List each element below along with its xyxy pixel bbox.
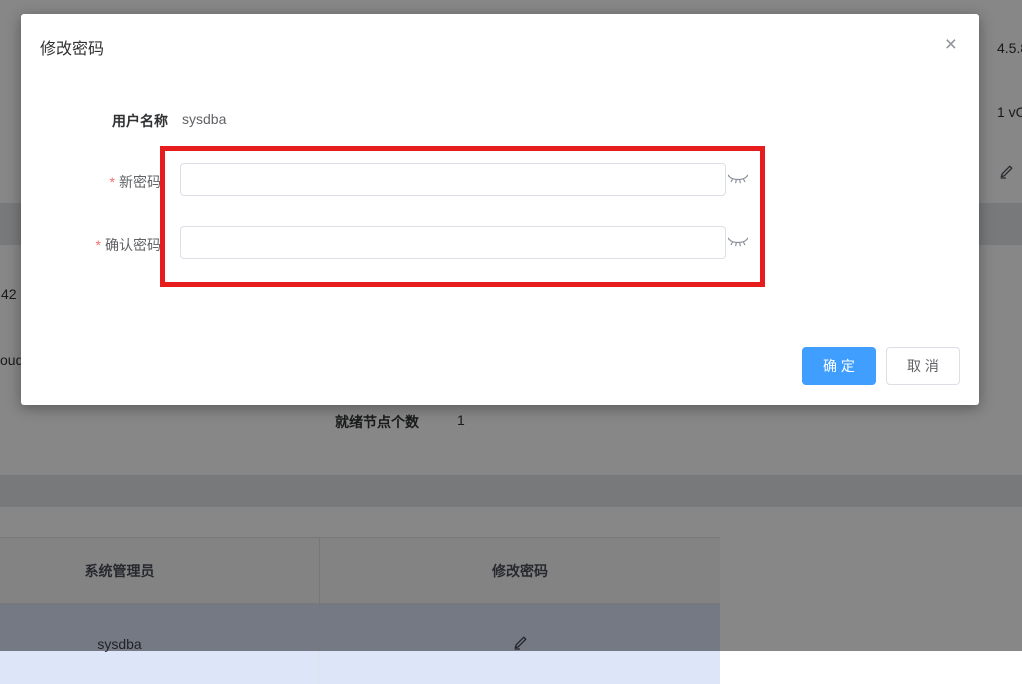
dialog-title: 修改密码 (40, 35, 104, 59)
new-password-label: *新密码 (21, 172, 161, 192)
required-asterisk: * (110, 174, 115, 190)
cancel-button[interactable]: 取 消 (886, 347, 960, 385)
eye-closed-icon[interactable] (728, 172, 748, 186)
eye-closed-icon[interactable] (728, 235, 748, 249)
confirm-button[interactable]: 确 定 (802, 347, 876, 385)
required-asterisk: * (96, 237, 101, 253)
change-password-dialog: 修改密码 × 用户名称 sysdba *新密码 *确认密码 (21, 14, 979, 405)
new-password-input[interactable] (180, 163, 726, 196)
username-value: sysdba (182, 111, 226, 127)
confirm-password-input[interactable] (180, 226, 726, 259)
username-label: 用户名称 (21, 111, 168, 131)
confirm-password-label: *确认密码 (21, 235, 161, 255)
close-icon[interactable]: × (941, 30, 961, 59)
